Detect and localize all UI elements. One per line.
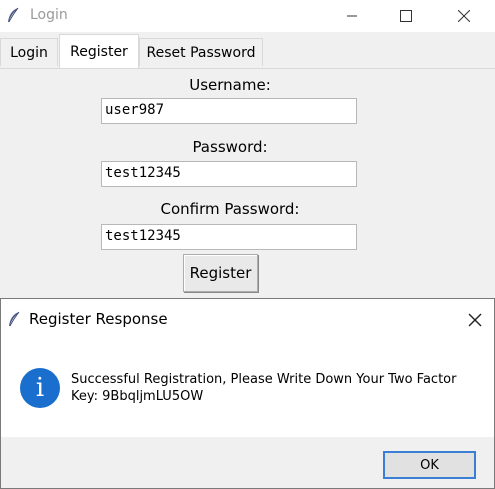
password-input[interactable]: test12345 xyxy=(101,161,357,187)
feather-icon xyxy=(9,311,20,327)
window-title: Login xyxy=(30,7,68,23)
tab-reset-password[interactable]: Reset Password xyxy=(139,38,263,66)
close-button[interactable] xyxy=(441,0,487,32)
window-titlebar: Login xyxy=(0,0,495,32)
register-button[interactable]: Register xyxy=(183,254,258,292)
confirm-password-label: Confirm Password: xyxy=(160,200,300,218)
register-response-dialog: Register Response i Successful Registrat… xyxy=(0,298,495,489)
maximize-icon xyxy=(400,10,412,22)
close-icon[interactable] xyxy=(467,312,483,328)
confirm-password-input[interactable]: test12345 xyxy=(101,224,357,250)
username-label: Username: xyxy=(189,76,271,94)
maximize-button[interactable] xyxy=(383,0,429,32)
dialog-body: i Successful Registration, Please Write … xyxy=(1,341,494,437)
dialog-message: Successful Registration, Please Write Do… xyxy=(71,372,457,404)
minimize-icon xyxy=(347,15,357,17)
close-icon xyxy=(458,10,470,22)
ok-button[interactable]: OK xyxy=(383,451,476,479)
feather-icon xyxy=(8,7,19,23)
password-label: Password: xyxy=(192,138,268,156)
tab-login[interactable]: Login xyxy=(0,38,58,66)
minimize-button[interactable] xyxy=(329,0,375,32)
dialog-title: Register Response xyxy=(29,310,168,328)
tab-bar: Login Register Reset Password xyxy=(0,32,495,69)
dialog-titlebar: Register Response xyxy=(1,299,494,341)
username-input[interactable]: user987 xyxy=(101,98,357,124)
tab-register[interactable]: Register xyxy=(59,34,139,68)
info-icon: i xyxy=(20,368,60,408)
